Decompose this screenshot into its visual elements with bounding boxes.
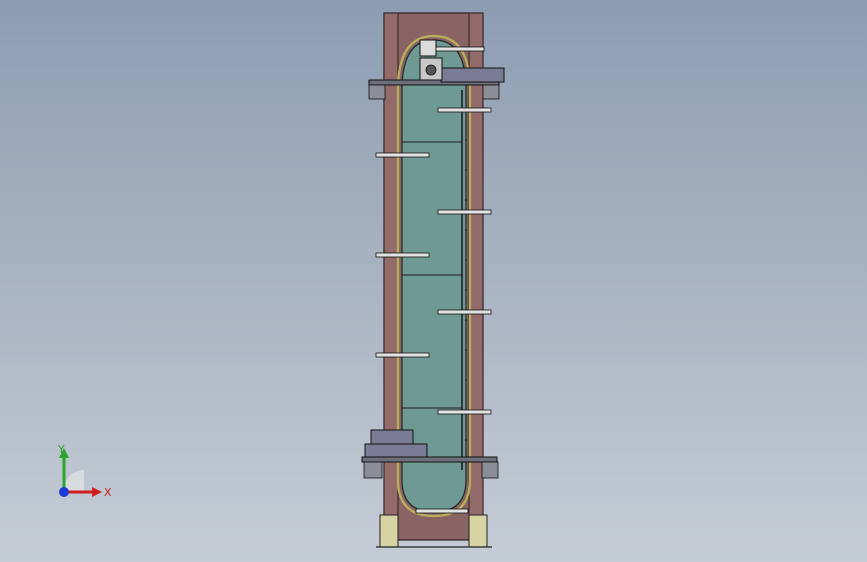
slat (375, 152, 430, 158)
slat (437, 309, 492, 315)
base-foot-right (468, 514, 488, 548)
z-axis-icon (59, 487, 69, 497)
y-axis-label: Y (57, 443, 65, 456)
slat (437, 209, 492, 215)
slat (375, 352, 430, 358)
x-axis-label: X (104, 486, 112, 499)
bottom-bracket-right (481, 461, 499, 479)
top-gear-icon (425, 64, 437, 76)
top-motor-housing (440, 67, 505, 83)
slat (437, 107, 492, 113)
bottom-motor-base (364, 443, 428, 458)
slat (435, 46, 485, 52)
graphics-viewport[interactable]: Y X (0, 0, 867, 562)
axis-triad: Y X (57, 443, 112, 499)
conveyor-model[interactable] (0, 0, 867, 562)
slat (415, 508, 469, 514)
top-drive-unit (419, 39, 437, 57)
bottom-motor-housing (370, 429, 414, 445)
x-arrow-icon (92, 487, 102, 497)
slat (375, 252, 430, 258)
slat (437, 409, 492, 415)
base-foot-left (379, 514, 399, 548)
bottom-bracket-left (363, 461, 383, 479)
bottom-cross-member (361, 456, 498, 463)
top-bracket-right (482, 84, 500, 100)
top-bracket-left (368, 84, 386, 100)
